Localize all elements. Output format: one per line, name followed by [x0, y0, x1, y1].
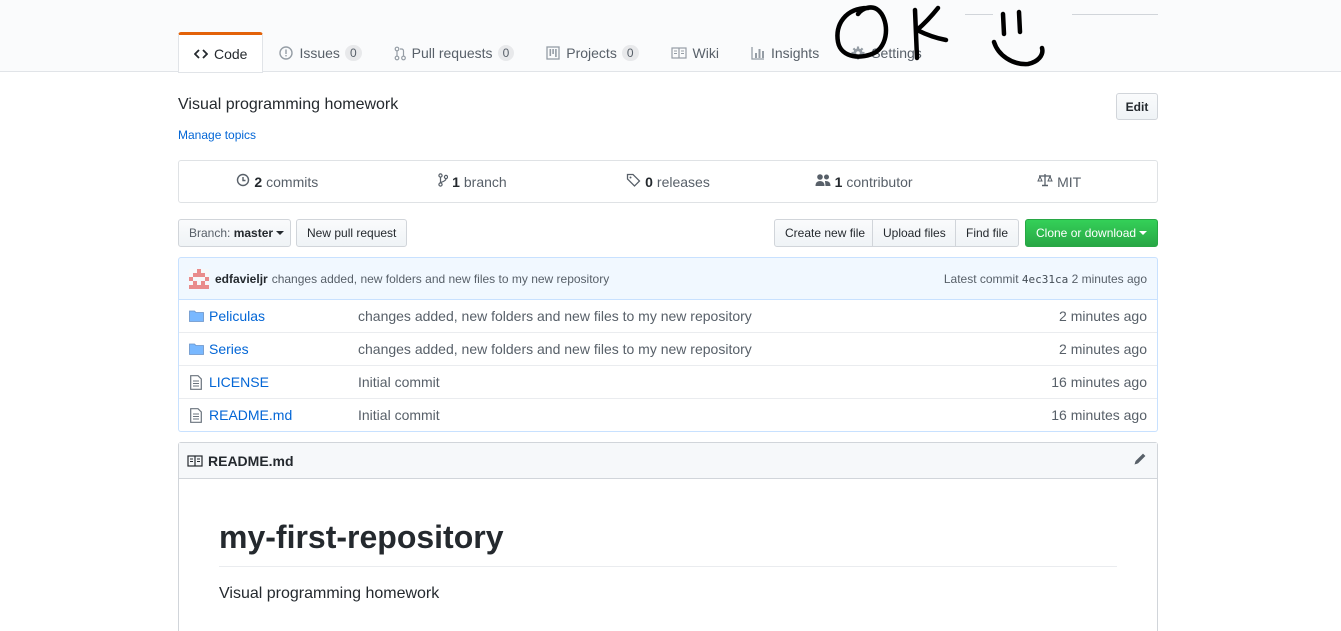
gear-icon — [851, 46, 865, 60]
branch-prefix: Branch: — [189, 226, 231, 240]
commit-message-link[interactable]: changes added, new folders and new files… — [272, 272, 610, 286]
tab-wiki[interactable]: Wiki — [655, 32, 735, 72]
readme-paragraph: Visual programming homework — [219, 585, 440, 602]
repo-description: Visual programming homework — [178, 96, 399, 113]
file-commit-message[interactable]: Initial commit — [358, 374, 1051, 390]
tag-icon — [626, 173, 641, 190]
file-age: 16 minutes ago — [1051, 374, 1147, 390]
projects-counter: 0 — [621, 45, 639, 61]
repo-nav-tabs: Code Issues 0 Pull requests 0 Projects 0 — [178, 32, 938, 73]
tab-settings[interactable]: Settings — [835, 32, 938, 72]
law-icon — [1037, 173, 1053, 190]
find-file-button[interactable]: Find file — [955, 219, 1019, 247]
tab-label: Code — [214, 45, 248, 62]
readme-header: README.md — [179, 443, 1157, 479]
readme-content: my-first-repository Visual programming h… — [179, 479, 1157, 603]
tab-label: Pull requests — [411, 45, 493, 61]
header-rule — [965, 14, 993, 15]
branch-label: branch — [463, 173, 507, 190]
commits-label: commits — [266, 173, 319, 190]
latest-commit-bar: edfavieljr changes added, new folders an… — [178, 257, 1158, 300]
file-text-icon — [179, 407, 209, 423]
code-icon — [194, 48, 208, 60]
file-commit-message[interactable]: changes added, new folders and new files… — [358, 308, 1059, 324]
clone-label: Clone or download — [1036, 226, 1137, 240]
contributor-count: 1 — [834, 173, 843, 190]
tab-insights[interactable]: Insights — [735, 32, 835, 72]
table-row: Series changes added, new folders and ne… — [179, 332, 1157, 365]
repo-header: Code Issues 0 Pull requests 0 Projects 0 — [0, 0, 1341, 73]
commits-link[interactable]: 2 commits — [179, 161, 375, 202]
issue-icon — [279, 46, 294, 60]
branch-name: master — [233, 226, 274, 240]
book-icon — [187, 454, 203, 467]
file-age: 2 minutes ago — [1059, 307, 1147, 324]
project-icon — [546, 46, 560, 60]
file-commit-message[interactable]: Initial commit — [358, 407, 1051, 423]
upload-files-button[interactable]: Upload files — [872, 219, 956, 247]
create-new-file-button[interactable]: Create new file — [774, 219, 873, 247]
latest-commit-label: Latest commit — [943, 271, 1019, 286]
contributors-link[interactable]: 1 contributor — [766, 161, 962, 202]
manage-topics-link[interactable]: Manage topics — [178, 128, 256, 142]
file-age: 16 minutes ago — [1051, 407, 1147, 423]
readme-panel: README.md my-first-repository Visual pro… — [178, 442, 1158, 631]
caret-down-icon — [276, 231, 285, 235]
history-icon — [235, 173, 250, 190]
header-rule — [1072, 14, 1158, 15]
commit-author-link[interactable]: edfavieljr — [215, 272, 268, 286]
folder-icon — [179, 343, 209, 355]
tab-issues[interactable]: Issues 0 — [263, 32, 377, 72]
tab-projects[interactable]: Projects 0 — [530, 32, 654, 72]
license-link[interactable]: MIT — [961, 161, 1157, 202]
releases-count: 0 — [645, 173, 653, 190]
table-row: LICENSE Initial commit 16 minutes ago — [179, 365, 1157, 398]
table-row: Peliculas changes added, new folders and… — [179, 299, 1157, 332]
tab-code[interactable]: Code — [178, 32, 264, 73]
file-text-icon — [179, 374, 209, 390]
file-age: 2 minutes ago — [1059, 341, 1147, 357]
issues-counter: 0 — [344, 45, 362, 61]
tab-label: Insights — [770, 45, 820, 61]
tab-pull-requests[interactable]: Pull requests 0 — [378, 32, 531, 72]
file-commit-message[interactable]: changes added, new folders and new files… — [358, 341, 1059, 357]
edit-description-button[interactable]: Edit — [1116, 93, 1158, 120]
numbers-summary: 2 commits 1 branch 0 releases 1 contribu… — [178, 160, 1158, 203]
clone-or-download-button[interactable]: Clone or download — [1025, 219, 1158, 247]
tab-label: Issues — [299, 45, 340, 61]
file-name-link[interactable]: Peliculas — [209, 308, 358, 324]
latest-commit-info: Latest commit 4ec31ca 2 minutes ago — [944, 272, 1147, 286]
commit-sha-link[interactable]: 4ec31ca — [1022, 273, 1068, 286]
releases-label: releases — [656, 173, 710, 190]
pencil-icon[interactable] — [1133, 452, 1147, 469]
people-icon — [815, 173, 831, 190]
readme-filename: README.md — [208, 452, 294, 469]
table-row: README.md Initial commit 16 minutes ago — [179, 398, 1157, 431]
commits-count: 2 — [254, 173, 263, 190]
file-name-link[interactable]: LICENSE — [209, 374, 358, 390]
graph-icon — [751, 46, 765, 60]
readme-title: my-first-repository — [219, 519, 1117, 567]
tab-label: Wiki — [692, 45, 719, 61]
pull-requests-counter: 0 — [497, 45, 515, 61]
file-list: Peliculas changes added, new folders and… — [178, 299, 1158, 432]
license-label: MIT — [1057, 173, 1082, 190]
new-pull-request-button[interactable]: New pull request — [296, 219, 407, 247]
branch-select-button[interactable]: Branch: master — [178, 219, 291, 247]
caret-down-icon — [1139, 231, 1148, 235]
pull-request-icon — [394, 46, 406, 61]
file-name-link[interactable]: Series — [209, 341, 358, 357]
releases-link[interactable]: 0 releases — [570, 161, 766, 202]
file-name-link[interactable]: README.md — [209, 407, 358, 423]
avatar[interactable] — [189, 268, 209, 289]
tab-label: Projects — [566, 45, 617, 61]
branch-count: 1 — [452, 173, 460, 190]
book-icon — [670, 47, 687, 59]
folder-icon — [179, 310, 209, 322]
commit-age: 2 minutes ago — [1071, 271, 1147, 286]
branch-icon — [438, 173, 449, 190]
tab-label: Settings — [871, 45, 922, 61]
branches-link[interactable]: 1 branch — [375, 161, 571, 202]
contributor-label: contributor — [846, 173, 913, 190]
